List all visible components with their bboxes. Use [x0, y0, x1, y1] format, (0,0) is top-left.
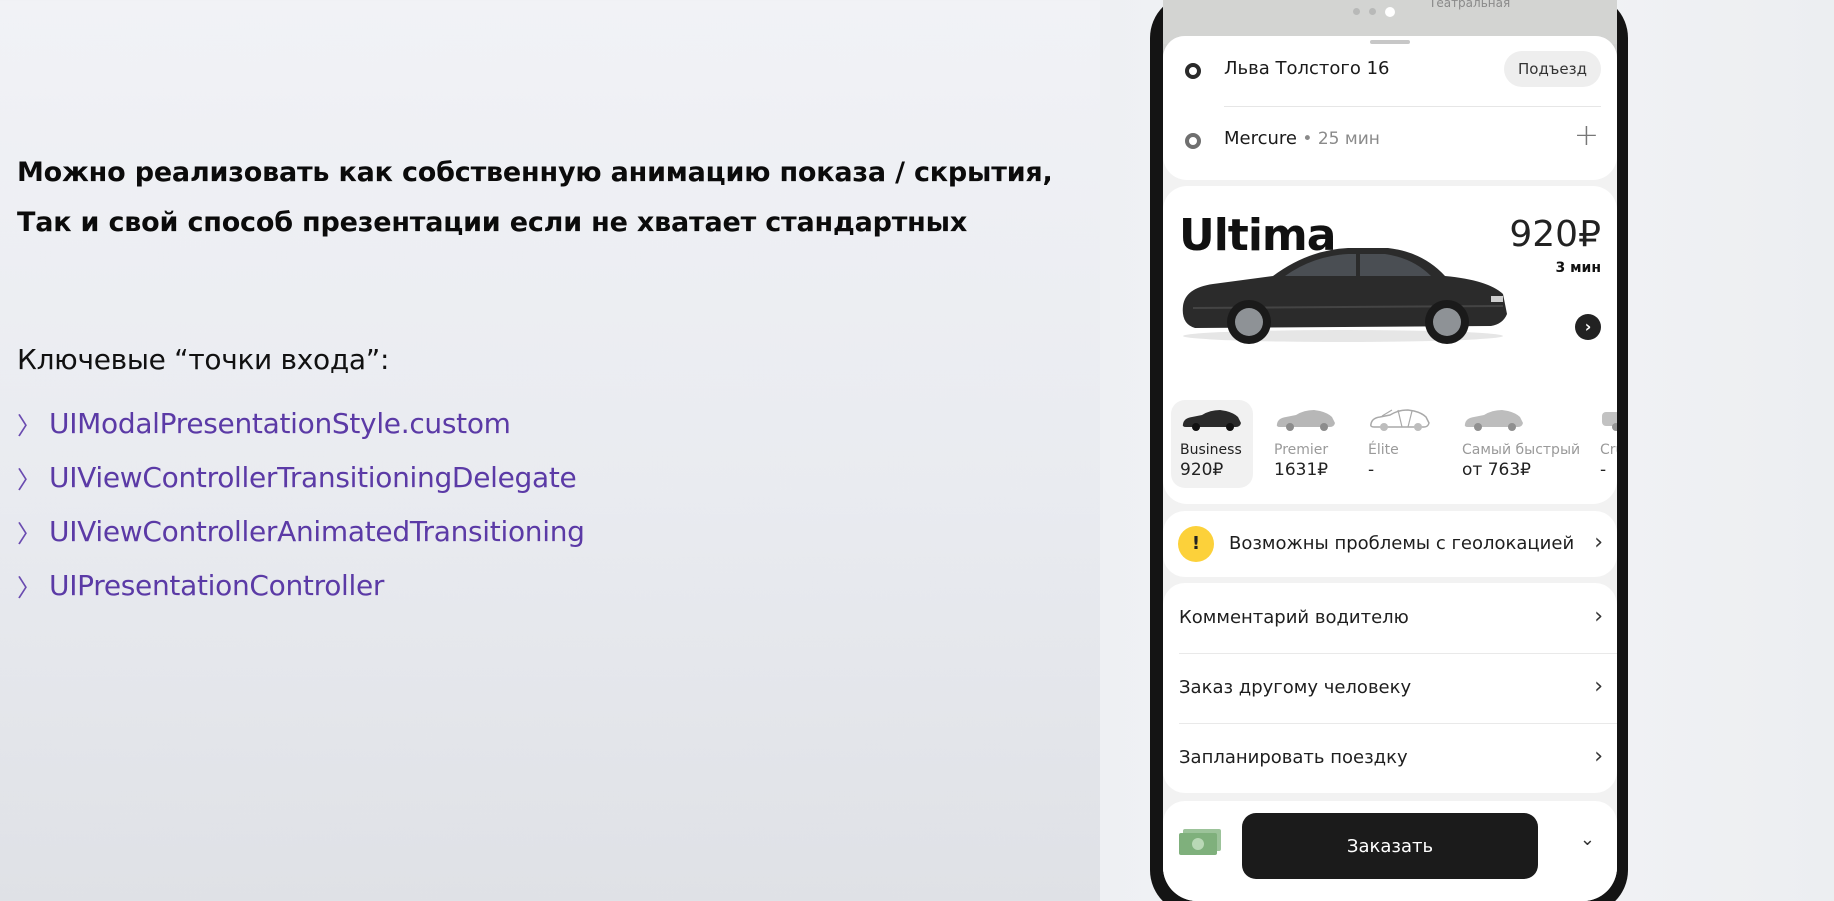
bullet-chevron-icon: 〉 [17, 411, 41, 440]
route-to-eta: • 25 мин [1297, 129, 1380, 149]
tariff-price: 920₽ [1509, 214, 1601, 255]
route-card: Льва Толстого 16 Подъезд Mercure • 25 ми… [1163, 36, 1617, 180]
car-thumbnail-icon [1276, 410, 1335, 431]
tier-price: - [1368, 460, 1375, 480]
page-indicator [1353, 7, 1395, 17]
entry-point-label: UIViewControllerAnimatedTransitioning [49, 514, 585, 548]
car-thumbnail-icon [1370, 409, 1430, 431]
chevron-right-icon: › [1594, 744, 1603, 769]
order-button[interactable]: Заказать [1242, 813, 1538, 879]
tier-price: от 763₽ [1462, 460, 1531, 480]
tier-business[interactable]: Business 920₽ [1171, 400, 1253, 488]
next-tariff-icon[interactable]: › [1575, 314, 1601, 340]
options-menu: Комментарий водителю › Заказ другому чел… [1163, 583, 1617, 793]
origin-point-icon [1185, 63, 1201, 79]
chevron-right-icon: › [1594, 530, 1603, 555]
entry-point-label: UIViewControllerTransitioningDelegate [49, 460, 577, 494]
tier-name: Premier [1274, 442, 1329, 458]
tier-cruise[interactable]: Cru - [1591, 400, 1617, 488]
menu-item-label: Заказ другому человеку [1179, 677, 1412, 698]
bullet-chevron-icon: 〉 [17, 519, 41, 548]
entry-point-label: UIPresentationController [49, 568, 385, 602]
route-from-address: Льва Толстого 16 [1224, 58, 1390, 79]
heading-line-2: Так и свой способ презентации если не хв… [17, 207, 968, 238]
menu-item-label: Запланировать поездку [1179, 747, 1408, 768]
phone-screen: Театральная Льва Толстого 16 Подъезд Mer… [1163, 0, 1617, 901]
page-dot-active [1385, 7, 1395, 17]
entry-points-list: 〉 UIModalPresentationStyle.custom 〉 UIView… [17, 396, 585, 612]
heading-line-1: Можно реализовать как собственную анимац… [17, 157, 1053, 188]
tariff-eta: 3 мин [1555, 260, 1601, 276]
entry-point-item: 〉 UIViewControllerAnimatedTransitioning [17, 504, 585, 558]
car-thumbnail-icon [1182, 410, 1241, 431]
entry-point-item: 〉 UIModalPresentationStyle.custom [17, 396, 585, 450]
page-dot [1353, 8, 1360, 15]
tier-premier[interactable]: Premier 1631₽ [1265, 400, 1347, 488]
chevron-right-icon: › [1594, 604, 1603, 629]
menu-item-order-for-other[interactable]: Заказ другому человеку › [1163, 653, 1617, 723]
warning-icon: ! [1178, 526, 1214, 562]
slide-heading: Можно реализовать как собственную анимац… [17, 148, 1053, 248]
order-bar: Заказать ⌄ [1163, 801, 1617, 901]
tier-name: Cru [1600, 442, 1617, 458]
car-thumbnail-icon [1464, 410, 1523, 431]
tariff-selector: Business 920₽ Premier 1631₽ Élite - Самы… [1171, 400, 1617, 490]
entry-point-item: 〉 UIPresentationController [17, 558, 585, 612]
route-to-name: Mercure [1224, 128, 1297, 149]
tariff-card: Ultima 920₽ 3 мин › Business 920₽ Premie… [1163, 186, 1617, 504]
bullet-chevron-icon: 〉 [17, 573, 41, 602]
page-dot [1369, 8, 1376, 15]
car-thumbnail-icon [1602, 412, 1617, 431]
tier-name: Business [1180, 442, 1242, 458]
route-to-row[interactable]: Mercure • 25 мин + [1163, 106, 1617, 176]
tier-price: - [1600, 460, 1607, 480]
entry-point-label: UIModalPresentationStyle.custom [49, 406, 511, 440]
cash-icon[interactable] [1179, 829, 1221, 855]
car-image [1182, 248, 1507, 344]
tier-name: Élite [1368, 442, 1399, 458]
menu-item-schedule-ride[interactable]: Запланировать поездку › [1163, 723, 1617, 793]
tier-price: 1631₽ [1274, 460, 1329, 480]
entrance-button[interactable]: Подъезд [1503, 51, 1601, 87]
slide-content: Можно реализовать как собственную анимац… [0, 0, 1100, 901]
geolocation-warning-text: Возможны проблемы с геолокацией [1229, 533, 1575, 554]
tier-name: Самый быстрый [1462, 442, 1581, 458]
chevron-down-icon[interactable]: ⌄ [1580, 829, 1595, 850]
menu-item-label: Комментарий водителю [1179, 607, 1409, 628]
menu-item-driver-comment[interactable]: Комментарий водителю › [1163, 583, 1617, 653]
destination-point-icon [1185, 133, 1201, 149]
tier-fastest[interactable]: Самый быстрый от 763₽ [1453, 400, 1581, 488]
geolocation-warning-row[interactable]: ! Возможны проблемы с геолокацией › [1163, 511, 1617, 577]
tier-elite[interactable]: Élite - [1359, 400, 1441, 488]
tier-price: 920₽ [1180, 460, 1224, 480]
chevron-right-icon: › [1594, 674, 1603, 699]
order-sheet: Льва Толстого 16 Подъезд Mercure • 25 ми… [1163, 36, 1617, 901]
map-station-label: Театральная [1429, 0, 1511, 10]
route-to-address: Mercure • 25 мин [1224, 128, 1380, 149]
bullet-chevron-icon: 〉 [17, 465, 41, 494]
entry-point-item: 〉 UIViewControllerTransitioningDelegate [17, 450, 585, 504]
entry-points-title: Ключевые “точки входа”: [17, 343, 390, 376]
add-stop-icon[interactable]: + [1574, 118, 1599, 153]
route-from-row[interactable]: Льва Толстого 16 Подъезд [1163, 36, 1617, 106]
